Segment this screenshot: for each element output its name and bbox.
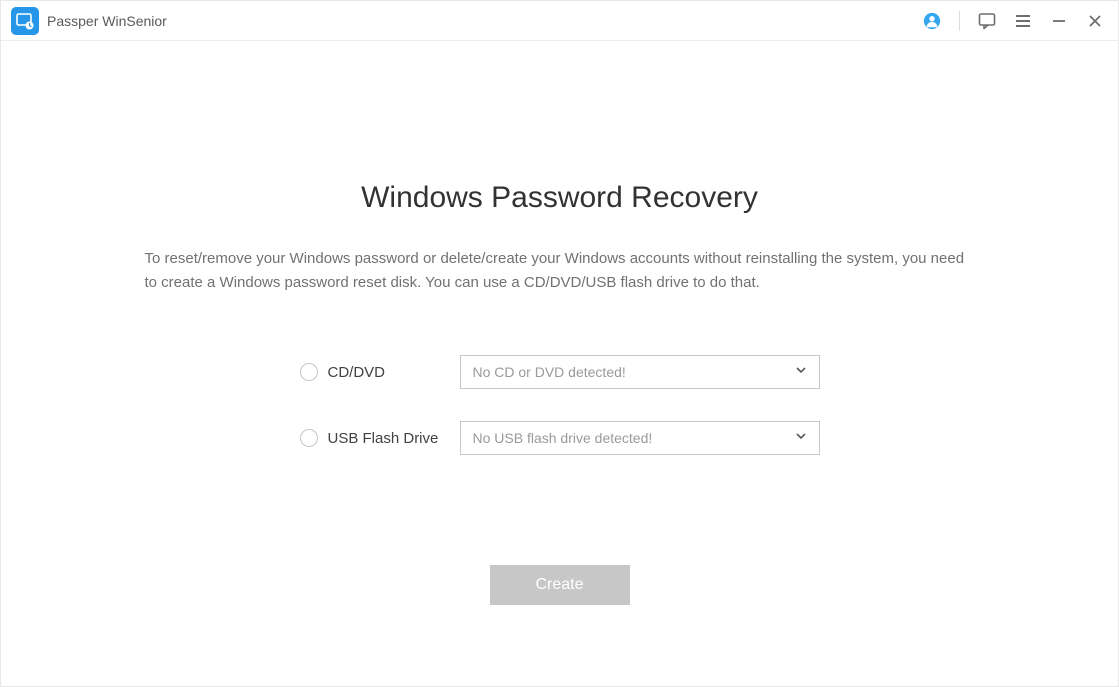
option-cd-dvd-row: CD/DVD No CD or DVD detected! [300, 355, 820, 389]
select-cd-dvd-text: No CD or DVD detected! [473, 364, 626, 380]
radio-cd-dvd-label: CD/DVD [328, 364, 386, 381]
app-window: Passper WinSenior [0, 0, 1119, 687]
main-content: Windows Password Recovery To reset/remov… [1, 41, 1118, 605]
select-usb[interactable]: No USB flash drive detected! [460, 421, 820, 455]
titlebar: Passper WinSenior [1, 1, 1118, 41]
page-description: To reset/remove your Windows password or… [145, 247, 975, 295]
chevron-down-icon [795, 363, 807, 381]
create-button[interactable]: Create [490, 565, 630, 605]
titlebar-right [923, 11, 1104, 31]
option-usb-row: USB Flash Drive No USB flash drive detec… [300, 421, 820, 455]
disk-options: CD/DVD No CD or DVD detected! USB Flash … [300, 355, 820, 455]
radio-usb-label: USB Flash Drive [328, 430, 439, 447]
page-title: Windows Password Recovery [361, 181, 758, 215]
titlebar-left: Passper WinSenior [11, 7, 167, 35]
account-icon[interactable] [923, 12, 941, 30]
app-title: Passper WinSenior [47, 13, 167, 29]
titlebar-divider [959, 11, 960, 31]
minimize-icon[interactable] [1050, 12, 1068, 30]
feedback-icon[interactable] [978, 12, 996, 30]
radio-circle-icon [300, 429, 318, 447]
close-icon[interactable] [1086, 12, 1104, 30]
radio-usb[interactable]: USB Flash Drive [300, 429, 460, 447]
app-logo-icon [11, 7, 39, 35]
menu-icon[interactable] [1014, 12, 1032, 30]
select-usb-text: No USB flash drive detected! [473, 430, 653, 446]
select-cd-dvd[interactable]: No CD or DVD detected! [460, 355, 820, 389]
radio-cd-dvd[interactable]: CD/DVD [300, 363, 460, 381]
radio-circle-icon [300, 363, 318, 381]
chevron-down-icon [795, 429, 807, 447]
